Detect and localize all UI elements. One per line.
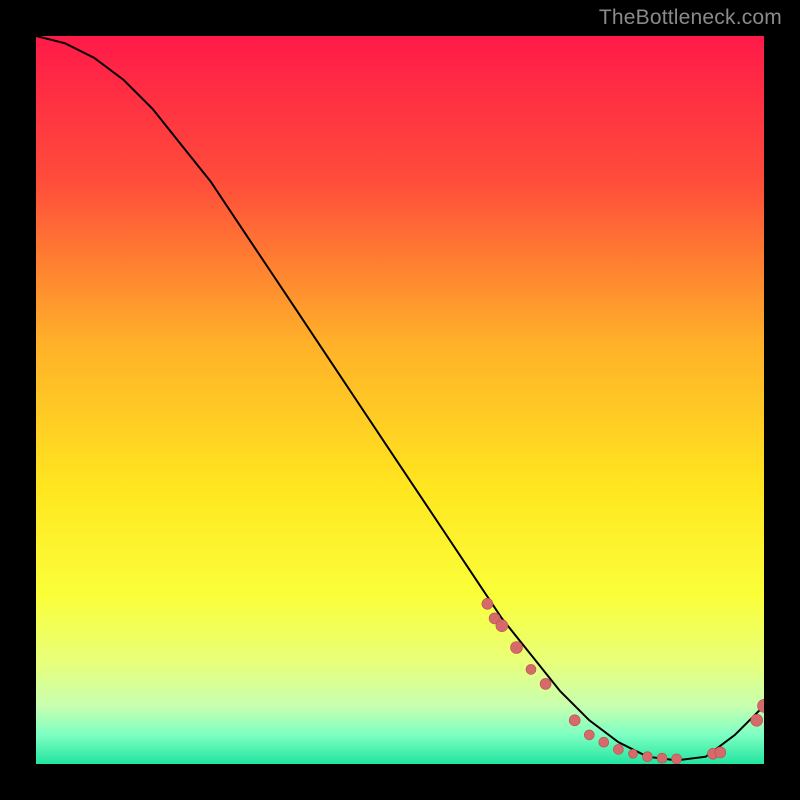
- data-point: [584, 730, 594, 740]
- data-point: [657, 753, 667, 763]
- data-point: [715, 747, 726, 758]
- data-point: [511, 642, 523, 654]
- data-point: [482, 598, 493, 609]
- data-point: [540, 678, 551, 689]
- data-point: [643, 752, 653, 762]
- data-point: [613, 744, 623, 754]
- data-point: [751, 714, 763, 726]
- data-point: [599, 737, 609, 747]
- data-point: [526, 664, 536, 674]
- chart-frame: TheBottleneck.com: [0, 0, 800, 800]
- data-point: [496, 620, 508, 632]
- gradient-background: [36, 36, 764, 764]
- data-point: [629, 749, 638, 758]
- watermark-text: TheBottleneck.com: [599, 6, 782, 30]
- chart-svg: [36, 36, 764, 764]
- plot-area: [36, 36, 764, 764]
- data-point: [672, 754, 682, 764]
- data-point: [569, 715, 580, 726]
